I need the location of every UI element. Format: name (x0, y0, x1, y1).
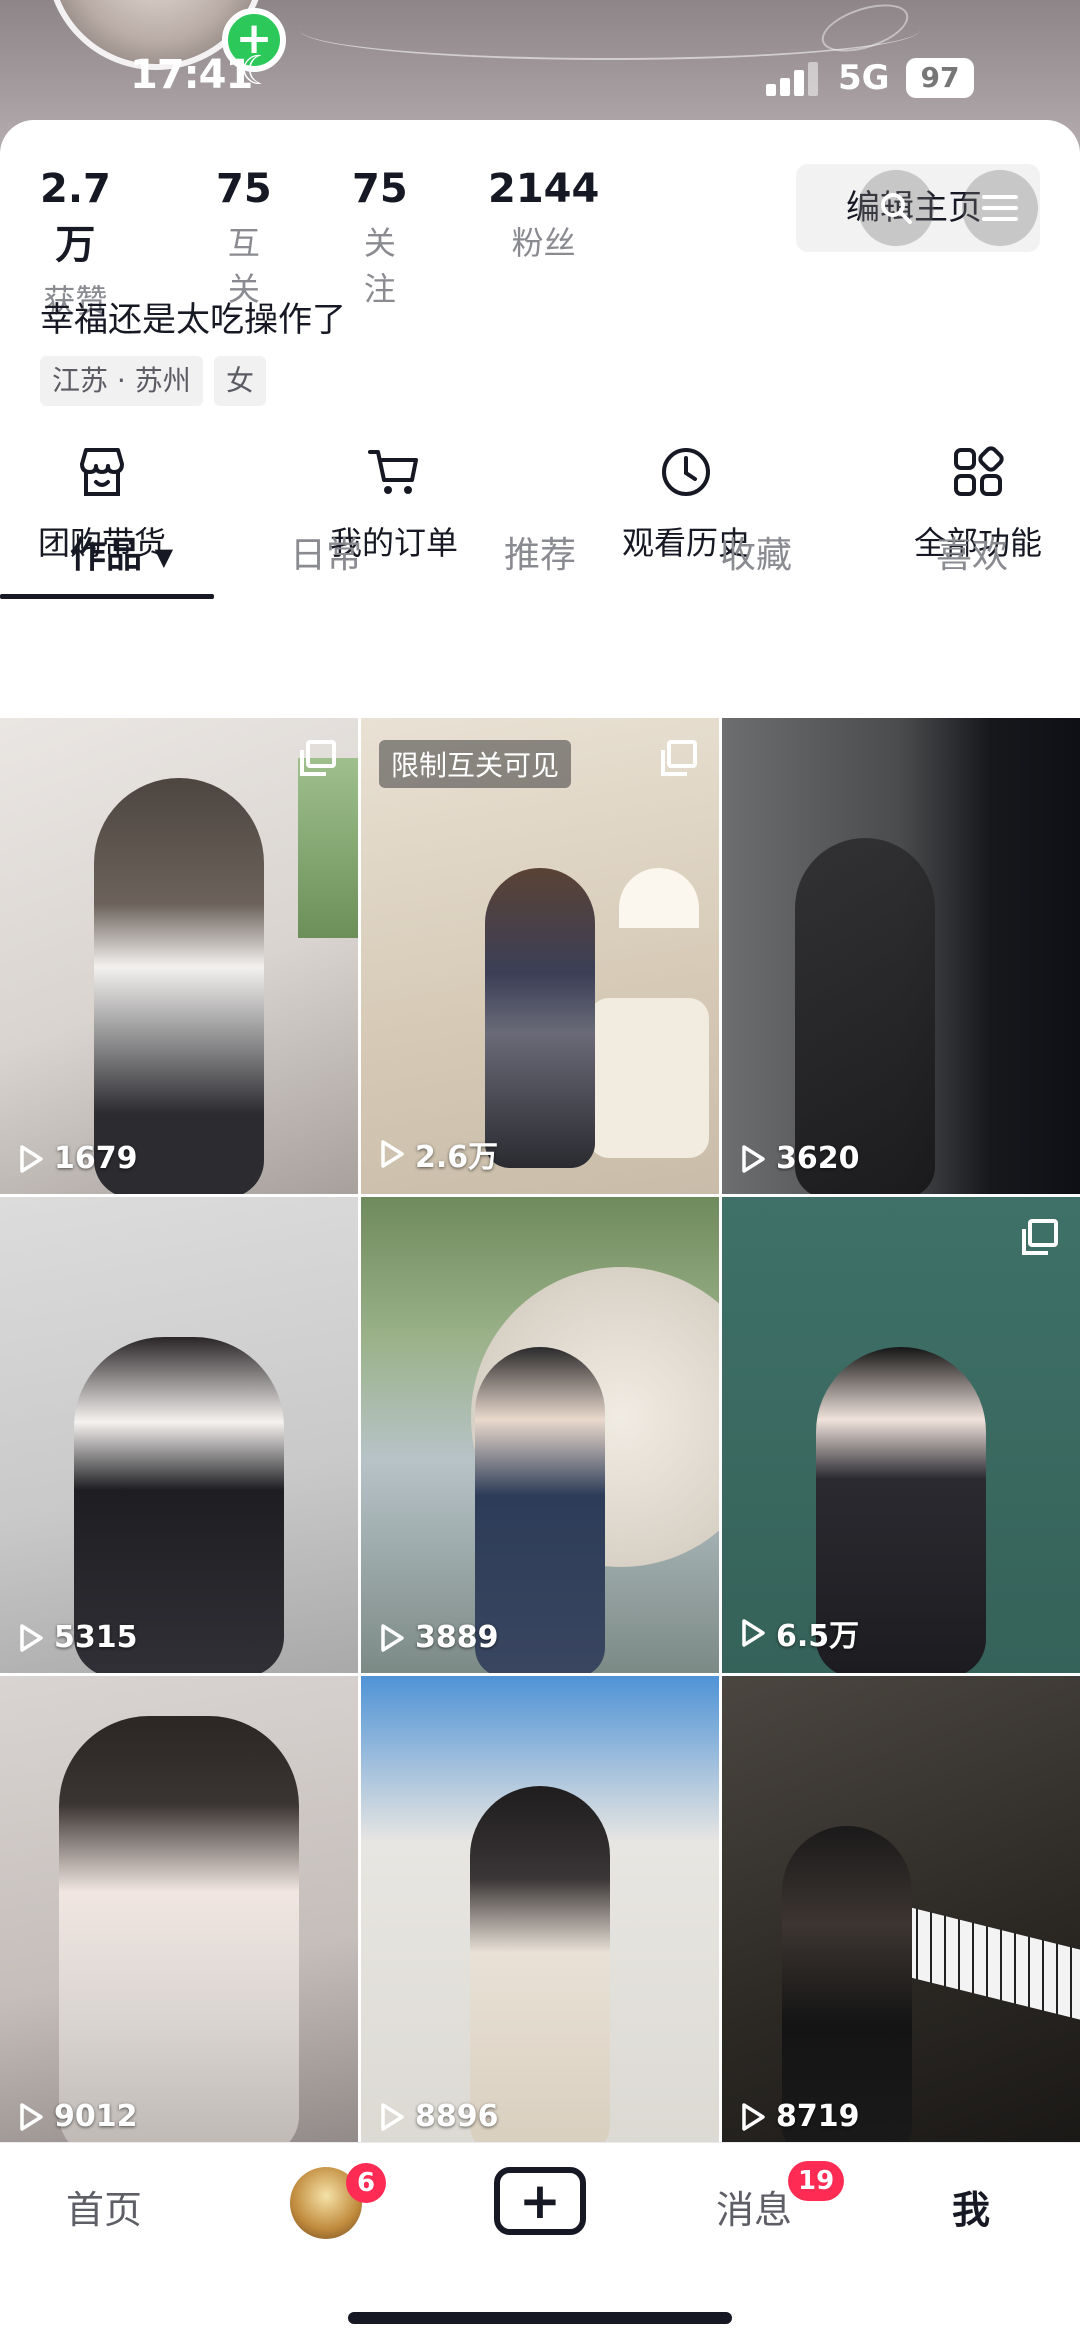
stat-value: 75 (352, 166, 408, 212)
video-thumbnail (470, 1786, 610, 2152)
view-count-value: 2.6万 (415, 1140, 499, 1175)
play-icon (742, 1619, 765, 1647)
status-time: 17:41 (130, 52, 253, 98)
video-tile[interactable]: 8896 (361, 1676, 719, 2152)
view-count-value: 5315 (54, 1620, 138, 1655)
stat-label: 关注 (363, 224, 396, 308)
tab-indicator (0, 594, 214, 599)
view-count-value: 8719 (776, 2099, 860, 2134)
play-icon (742, 1144, 765, 1173)
video-tile[interactable]: 5315 (0, 1197, 358, 1673)
gender-tag: 女 (214, 356, 267, 406)
view-count-value: 8896 (415, 2099, 499, 2134)
nav-messages[interactable]: 消息 (716, 2179, 792, 2234)
menu-icon[interactable] (962, 170, 1038, 246)
stat-mutual[interactable]: 75 互关 (216, 166, 272, 310)
play-icon (381, 1140, 404, 1168)
view-count: 6.5万 (740, 1611, 859, 1655)
play-icon (381, 1623, 404, 1652)
store-icon (80, 448, 124, 496)
tab-likes[interactable]: 喜欢 (936, 526, 1008, 578)
messages-badge: 19 (788, 2161, 845, 2201)
piano-keys (890, 1902, 1080, 2020)
video-tile[interactable]: 3889 (361, 1197, 719, 1673)
play-icon (20, 1144, 43, 1173)
home-indicator[interactable] (348, 2312, 732, 2324)
stat-label: 粉丝 (511, 224, 576, 262)
stat-followers[interactable]: 2144 粉丝 (488, 166, 599, 264)
search-icon[interactable] (858, 170, 934, 246)
play-icon (381, 2102, 404, 2131)
play-icon (20, 2102, 43, 2131)
lamp-shade (619, 868, 699, 928)
tab-daily[interactable]: 日常 (290, 526, 362, 578)
plus-icon: + (519, 2172, 561, 2230)
video-thumbnail (485, 868, 595, 1168)
grid-icon (954, 446, 1004, 496)
view-count: 3889 (379, 1620, 499, 1655)
nav-home[interactable]: 首页 (66, 2179, 142, 2234)
view-count: 8719 (740, 2099, 860, 2134)
view-count: 9012 (18, 2099, 138, 2134)
nav-me[interactable]: 我 (952, 2179, 990, 2234)
tab-works[interactable]: 作品 ▼ (70, 526, 173, 578)
stat-value: 2144 (488, 166, 600, 212)
location-tag: 江苏 · 苏州 (40, 356, 203, 406)
moon-icon: ☾ (240, 48, 276, 94)
battery-level: 97 (920, 61, 960, 94)
tab-favorites[interactable]: 收藏 (720, 526, 792, 578)
stat-value: 75 (216, 166, 272, 212)
view-count-value: 3620 (776, 1141, 860, 1176)
create-button[interactable]: + (494, 2167, 586, 2235)
caret-down-icon: ▼ (154, 543, 174, 571)
video-tile[interactable]: 8719 (722, 1676, 1080, 2152)
view-count-value: 3889 (415, 1620, 499, 1655)
video-tile[interactable]: 1679 (0, 718, 358, 1194)
friends-badge: 6 (346, 2163, 386, 2203)
video-thumbnail (94, 778, 264, 1194)
tab-recommend[interactable]: 推荐 (504, 526, 576, 578)
play-icon (742, 2102, 765, 2131)
profile-bio: 幸福还是太吃操作了 (40, 300, 346, 340)
video-tile[interactable]: 9012 (0, 1676, 358, 2152)
cart-icon (368, 450, 418, 494)
nightstand (589, 998, 709, 1158)
view-count: 2.6万 (379, 1132, 498, 1176)
view-count: 1679 (18, 1141, 138, 1176)
content-tabs: 作品 ▼ 日常 推荐 收藏 喜欢 (0, 506, 1080, 602)
video-tile[interactable]: 3620 (722, 718, 1080, 1194)
network-type: 5G (838, 58, 890, 98)
stat-value: 2.7万 (40, 166, 111, 268)
pinned-icon (661, 740, 697, 776)
clock-icon (662, 448, 710, 496)
stat-following[interactable]: 75 关注 (352, 166, 408, 310)
video-tile[interactable]: 限制互关可见 2.6万 (361, 718, 719, 1194)
view-count: 5315 (18, 1620, 138, 1655)
pinned-icon (300, 740, 336, 776)
battery-icon: 97 (906, 58, 974, 98)
tab-label: 作品 (70, 535, 143, 576)
view-count-value: 9012 (54, 2099, 138, 2134)
view-count: 8896 (379, 2099, 499, 2134)
visibility-label: 限制互关可见 (379, 740, 572, 788)
pinned-icon (1022, 1219, 1058, 1255)
view-count-value: 1679 (54, 1141, 138, 1176)
view-count: 3620 (740, 1141, 860, 1176)
play-icon (20, 1623, 43, 1652)
view-count-value: 6.5万 (776, 1619, 860, 1654)
signal-icon (766, 62, 822, 96)
window-scenery (298, 758, 358, 938)
video-tile[interactable]: 6.5万 (722, 1197, 1080, 1673)
video-thumbnail (59, 1716, 299, 2152)
